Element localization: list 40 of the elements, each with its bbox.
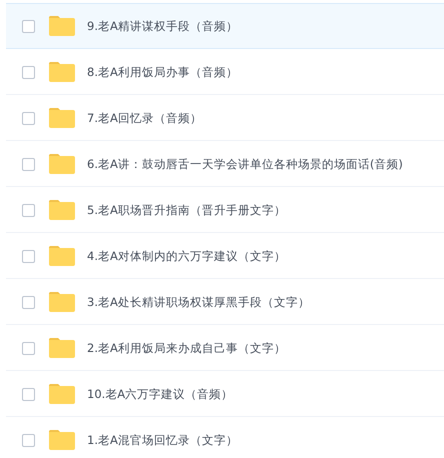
checkbox[interactable] xyxy=(22,158,35,170)
file-name: 9.老A精讲谋权手段（音频） xyxy=(87,18,238,34)
folder-icon xyxy=(49,62,75,82)
checkbox[interactable] xyxy=(22,388,35,400)
file-name: 8.老A利用饭局办事（音频） xyxy=(87,64,238,80)
folder-icon xyxy=(49,108,75,128)
file-name: 1.老A混官场回忆录（文字） xyxy=(87,432,238,448)
checkbox[interactable] xyxy=(22,250,35,262)
file-row[interactable]: 10.老A六万字建议（音频） xyxy=(6,371,444,417)
file-row[interactable]: 1.老A混官场回忆录（文字） xyxy=(6,417,444,458)
checkbox[interactable] xyxy=(22,112,35,124)
folder-icon xyxy=(49,246,75,266)
folder-icon xyxy=(49,200,75,220)
folder-icon xyxy=(49,154,75,174)
folder-icon xyxy=(49,292,75,312)
file-name: 3.老A处长精讲职场权谋厚黑手段（文字） xyxy=(87,294,310,310)
file-row[interactable]: 8.老A利用饭局办事（音频） xyxy=(6,49,444,95)
folder-icon xyxy=(49,16,75,36)
folder-icon xyxy=(49,338,75,358)
file-row[interactable]: 4.老A对体制内的六万字建议（文字） xyxy=(6,233,444,279)
file-row[interactable]: 6.老A讲：鼓动唇舌一天学会讲单位各种场景的场面话(音频) xyxy=(6,141,444,187)
file-name: 2.老A利用饭局来办成自己事（文字） xyxy=(87,340,286,356)
file-row[interactable]: 5.老A职场晋升指南（晋升手册文字） xyxy=(6,187,444,233)
file-row[interactable]: 7.老A回忆录（音频） xyxy=(6,95,444,141)
file-name: 7.老A回忆录（音频） xyxy=(87,110,202,126)
checkbox[interactable] xyxy=(22,342,35,354)
file-name: 6.老A讲：鼓动唇舌一天学会讲单位各种场景的场面话(音频) xyxy=(87,156,403,172)
folder-icon xyxy=(49,384,75,404)
checkbox[interactable] xyxy=(22,20,35,32)
file-row[interactable]: 3.老A处长精讲职场权谋厚黑手段（文字） xyxy=(6,279,444,325)
file-name: 5.老A职场晋升指南（晋升手册文字） xyxy=(87,202,286,218)
file-row[interactable]: 9.老A精讲谋权手段（音频） xyxy=(6,3,444,49)
checkbox[interactable] xyxy=(22,296,35,308)
folder-icon xyxy=(49,430,75,450)
checkbox[interactable] xyxy=(22,204,35,216)
checkbox[interactable] xyxy=(22,66,35,78)
checkbox[interactable] xyxy=(22,434,35,446)
file-name: 4.老A对体制内的六万字建议（文字） xyxy=(87,248,286,264)
file-row[interactable]: 2.老A利用饭局来办成自己事（文字） xyxy=(6,325,444,371)
file-name: 10.老A六万字建议（音频） xyxy=(87,386,234,402)
